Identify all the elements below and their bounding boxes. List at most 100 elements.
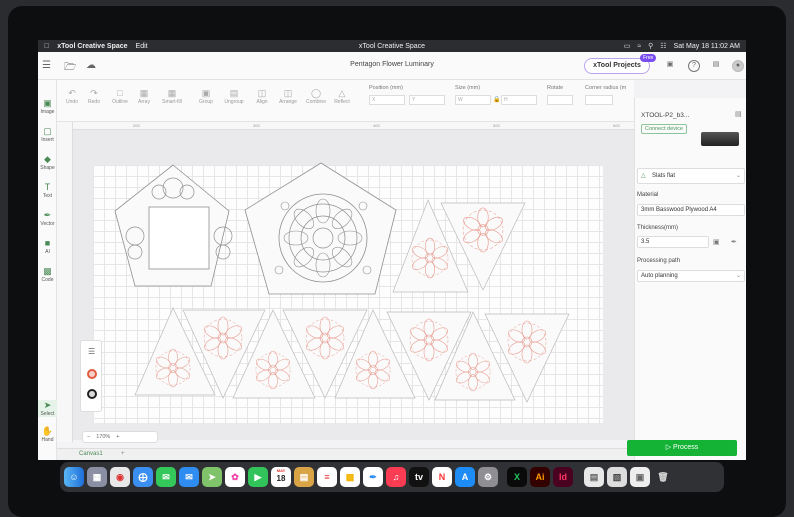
outline-label: Outline	[112, 99, 128, 105]
cut-layer-swatch[interactable]	[87, 389, 97, 399]
processing-mode-select[interactable]: △ Slats flat ⌄	[637, 168, 745, 184]
pen-icon: ✒	[43, 210, 52, 220]
photos-icon[interactable]: ✿	[225, 467, 245, 487]
ai-icon: ■	[44, 238, 51, 248]
messages-icon[interactable]: ✉	[156, 467, 176, 487]
tool-ai-label: AI	[45, 249, 50, 255]
pentagon-panel-mandala[interactable]	[244, 162, 397, 295]
reflect-button[interactable]: △ Reflect	[329, 87, 355, 105]
tool-image[interactable]: ▣ Image	[38, 98, 57, 115]
clipboard-icon[interactable]: ▤	[710, 60, 722, 72]
ungroup-button[interactable]: ▤ Ungroup	[221, 87, 247, 105]
auto-measure-icon[interactable]: ✒	[731, 238, 737, 246]
stack-icon[interactable]: ▧	[607, 467, 627, 487]
tool-insert[interactable]: ▢ Insert	[38, 126, 57, 143]
canvas-tab[interactable]: Canvas1	[79, 451, 103, 457]
position-x-input[interactable]: X	[369, 95, 405, 105]
canvas-tabbar: Canvas1 +	[57, 448, 634, 460]
slats-icon: △	[641, 173, 646, 179]
smart-fill-button[interactable]: ▦ Smart-fill	[159, 87, 185, 105]
connect-device-button[interactable]: Connect device	[641, 124, 687, 134]
arrange-button[interactable]: ◫ Arrange	[275, 87, 301, 105]
layers-icon[interactable]: ☰	[88, 347, 95, 356]
chrome-icon[interactable]: ◉	[110, 467, 130, 487]
size-w-input[interactable]: W	[455, 95, 491, 105]
tool-select-label: Select	[40, 411, 55, 417]
zoom-out-icon[interactable]: −	[87, 434, 90, 440]
launchpad-icon[interactable]: ▦	[87, 467, 107, 487]
device-settings-icon[interactable]: ▤	[735, 110, 742, 118]
apple-icon[interactable]: 	[44, 43, 49, 50]
notes-pad-icon[interactable]: ▩	[340, 467, 360, 487]
menu-edit[interactable]: Edit	[136, 43, 148, 50]
notes-icon[interactable]: ▤	[294, 467, 314, 487]
rotate-input[interactable]	[547, 95, 573, 105]
illustrator-icon[interactable]: Ai	[530, 467, 550, 487]
device-settings-panel: XTOOL-P2_b3... ▤ Connect device △ Slats …	[627, 98, 746, 460]
processing-path-select[interactable]: Auto planning ⌄	[637, 270, 745, 282]
search-icon[interactable]: ⚲	[648, 42, 653, 50]
calendar-month: MAY	[276, 468, 286, 473]
avatar[interactable]: ●	[732, 60, 744, 72]
array-button[interactable]: ▦ Array	[131, 87, 157, 105]
redo-button[interactable]: ↷ Redo	[81, 87, 107, 105]
shape-icon: ◆	[44, 154, 51, 164]
freeform-icon[interactable]: ✒	[363, 467, 383, 487]
battery-icon[interactable]: ▭	[624, 42, 631, 50]
zoom-control: − 170% +	[82, 431, 158, 443]
tool-shape[interactable]: ◆ Shape	[38, 154, 57, 171]
material-select[interactable]: 3mm Basswood Plywood A4	[637, 204, 745, 216]
wifi-icon[interactable]: ≈	[637, 43, 641, 50]
design-canvas[interactable]	[73, 130, 634, 440]
tool-select[interactable]: ➤ Select	[38, 400, 57, 417]
size-h-input[interactable]: H	[501, 95, 537, 105]
design-artwork[interactable]	[73, 130, 634, 440]
group-button[interactable]: ▣ Group	[193, 87, 219, 105]
processing-path-value: Auto planning	[641, 273, 678, 279]
device-name[interactable]: XTOOL-P2_b3...	[641, 112, 689, 119]
calendar-icon[interactable]: MAY 18	[271, 467, 291, 487]
app-store-icon[interactable]: A	[455, 467, 475, 487]
pentagon-panel-with-window[interactable]	[114, 164, 233, 287]
camera-icon[interactable]: ▣	[664, 60, 676, 72]
tool-text[interactable]: T Text	[38, 182, 57, 199]
maps-icon[interactable]: ➤	[202, 467, 222, 487]
reminders-icon[interactable]: ≡	[317, 467, 337, 487]
tool-hand[interactable]: ✋ Hand	[38, 426, 57, 443]
menubar-clock[interactable]: Sat May 18 11:02 AM	[674, 43, 740, 50]
measure-icon[interactable]: ▣	[713, 238, 720, 246]
document-icon[interactable]: ▤	[584, 467, 604, 487]
finder-icon[interactable]: ☺	[64, 467, 84, 487]
align-button[interactable]: ◫ Align	[249, 87, 275, 105]
news-icon[interactable]: N	[432, 467, 452, 487]
safari-icon[interactable]: ⨁	[133, 467, 153, 487]
process-button[interactable]: ▷ Process	[627, 440, 737, 456]
engrave-layer-swatch[interactable]	[87, 369, 97, 379]
thickness-input[interactable]: 3.5	[637, 236, 709, 248]
zoom-in-icon[interactable]: +	[116, 434, 119, 440]
facetime-icon[interactable]: ▶	[248, 467, 268, 487]
settings-icon[interactable]: ⚙	[478, 467, 498, 487]
app-titlebar: ☰ 🗁 ☁ Pentagon Flower Luminary xTool Pro…	[38, 52, 746, 80]
preview-icon[interactable]: ▣	[630, 467, 650, 487]
control-center-icon[interactable]: ☷	[660, 42, 666, 50]
music-icon[interactable]: ♫	[386, 467, 406, 487]
corner-radius-input[interactable]	[585, 95, 613, 105]
rotate-label: Rotate	[547, 85, 564, 91]
outline-button[interactable]: □ Outline	[107, 87, 133, 105]
combine-button[interactable]: ◯ Combine	[303, 87, 329, 105]
position-y-input[interactable]: Y	[409, 95, 445, 105]
lock-ratio-icon[interactable]: 🔒	[493, 96, 500, 103]
zoom-level[interactable]: 170%	[96, 434, 110, 440]
trash-icon[interactable]: 🗑	[653, 467, 673, 487]
help-icon[interactable]: ?	[688, 60, 700, 72]
add-canvas-icon[interactable]: +	[121, 451, 125, 457]
tv-icon[interactable]: tv	[409, 467, 429, 487]
indesign-icon[interactable]: Id	[553, 467, 573, 487]
xtool-app-icon[interactable]: X	[507, 467, 527, 487]
menu-app-name[interactable]: xTool Creative Space	[57, 43, 127, 50]
tool-code[interactable]: ▩ Code	[38, 266, 57, 283]
tool-vector[interactable]: ✒ Vector	[38, 210, 57, 227]
tool-ai[interactable]: ■ AI	[38, 238, 57, 255]
mail-icon[interactable]: ✉	[179, 467, 199, 487]
